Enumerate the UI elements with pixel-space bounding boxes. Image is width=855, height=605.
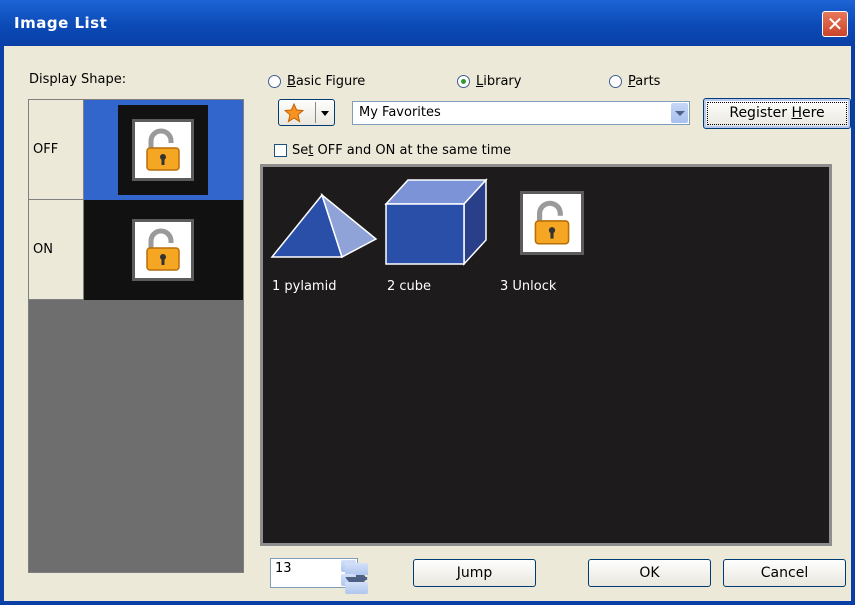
radio-parts[interactable]: Parts [609,74,689,90]
library-select[interactable]: My Favorites [352,101,690,125]
radio-circle[interactable] [609,75,622,88]
spin-down-button[interactable] [341,574,368,594]
radio-basic-figure[interactable]: Basic Figure [268,74,398,90]
register-here-button[interactable]: Register Here [703,98,851,129]
padlock-unlocked-icon [132,219,194,281]
star-icon [284,103,304,123]
close-button[interactable]: ✕ [822,11,848,37]
padlock-unlocked-icon [132,119,194,181]
shape-row-off[interactable]: OFF [29,100,243,200]
close-icon: ✕ [826,12,844,36]
chevron-down-icon [321,111,329,116]
favorites-menu-button[interactable] [278,99,335,126]
image-item-pyramid[interactable]: 1 pylamid [270,192,380,294]
jump-number-spinner[interactable]: 13 [270,558,368,594]
cancel-button[interactable]: Cancel [723,559,846,587]
image-item-label: 3 Unlock [500,279,557,294]
shape-row-on[interactable]: ON [29,200,243,300]
shape-row-label: OFF [29,100,84,200]
jump-button[interactable]: Jump [413,559,536,587]
ok-label: OK [639,565,660,581]
sync-checkbox-label: Set OFF and ON at the same time [292,143,512,158]
radio-label: Basic Figure [287,74,366,89]
radio-label: Library [476,74,522,89]
sync-checkbox[interactable] [274,144,287,157]
shape-row-label: ON [29,200,84,300]
radio-circle[interactable] [268,75,281,88]
shape-row-image [84,200,243,300]
jump-number-value: 13 [275,561,292,576]
spin-up-button[interactable] [341,560,368,580]
radio-circle[interactable] [457,75,470,88]
chevron-down-icon [345,577,368,594]
pyramid-icon [270,192,378,259]
sync-checkbox-row[interactable]: Set OFF and ON at the same time [274,143,554,159]
window-title: Image List [14,14,108,32]
display-shape-label: Display Shape: [29,72,127,87]
radio-library[interactable]: Library [457,74,547,90]
ok-button[interactable]: OK [588,559,711,587]
image-list-canvas[interactable]: 1 pylamid 2 cube 3 Unlock [260,164,832,546]
shape-row-image [84,100,243,200]
padlock-unlocked-icon [520,191,584,255]
image-item-label: 2 cube [387,279,432,294]
display-shape-panel: OFF ON [28,99,244,573]
cancel-label: Cancel [760,565,809,581]
title-bar: Image List ✕ [0,0,855,46]
image-item-label: 1 pylamid [272,279,337,294]
image-item-cube[interactable]: 2 cube [384,178,488,294]
chevron-down-icon[interactable] [671,103,688,123]
radio-label: Parts [628,74,661,89]
cube-icon [384,178,488,266]
library-select-value: My Favorites [359,105,441,120]
jump-label: Jump [456,565,493,581]
